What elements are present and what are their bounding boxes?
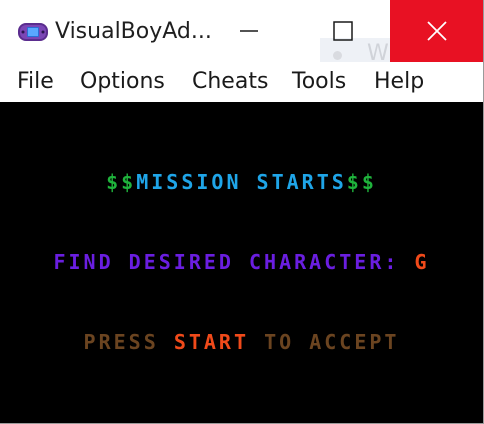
menu-tools[interactable]: Tools bbox=[292, 66, 346, 98]
mission-prefix: $$ bbox=[106, 170, 137, 194]
maximize-button[interactable] bbox=[296, 0, 390, 62]
close-button[interactable] bbox=[390, 0, 483, 62]
window-title: VisualBoyAd... bbox=[55, 19, 212, 44]
title-bar[interactable]: VisualBoyAd... Window Sc bbox=[0, 0, 483, 70]
minimize-icon bbox=[240, 30, 258, 32]
minimize-button[interactable] bbox=[202, 0, 296, 62]
menu-options[interactable]: Options bbox=[80, 66, 165, 98]
press-text: PRESS bbox=[83, 330, 159, 354]
find-character-value: G bbox=[414, 250, 430, 274]
find-character-line: FIND DESIRED CHARACTER: G bbox=[0, 250, 483, 274]
press-start-line: PRESS START TO ACCEPT bbox=[0, 330, 483, 354]
accept-text: TO ACCEPT bbox=[264, 330, 400, 354]
start-text: START bbox=[173, 330, 250, 354]
mission-suffix: $$ bbox=[346, 170, 377, 194]
find-character-label: FIND DESIRED CHARACTER: bbox=[53, 250, 400, 274]
mission-starts-line: $$MISSION STARTS$$ bbox=[0, 170, 483, 194]
close-icon bbox=[427, 21, 447, 41]
maximize-icon bbox=[333, 21, 353, 41]
menu-help[interactable]: Help bbox=[374, 66, 424, 98]
menu-cheats[interactable]: Cheats bbox=[192, 66, 268, 98]
menu-file[interactable]: File bbox=[17, 66, 54, 98]
game-screen[interactable]: $$MISSION STARTS$$ FIND DESIRED CHARACTE… bbox=[0, 102, 483, 423]
menu-bar: File Options Cheats Tools Help bbox=[0, 62, 483, 102]
mission-text: MISSION STARTS bbox=[136, 170, 347, 194]
app-window: VisualBoyAd... Window Sc File Options Ch… bbox=[0, 0, 484, 424]
gameboy-advance-icon bbox=[18, 23, 48, 41]
